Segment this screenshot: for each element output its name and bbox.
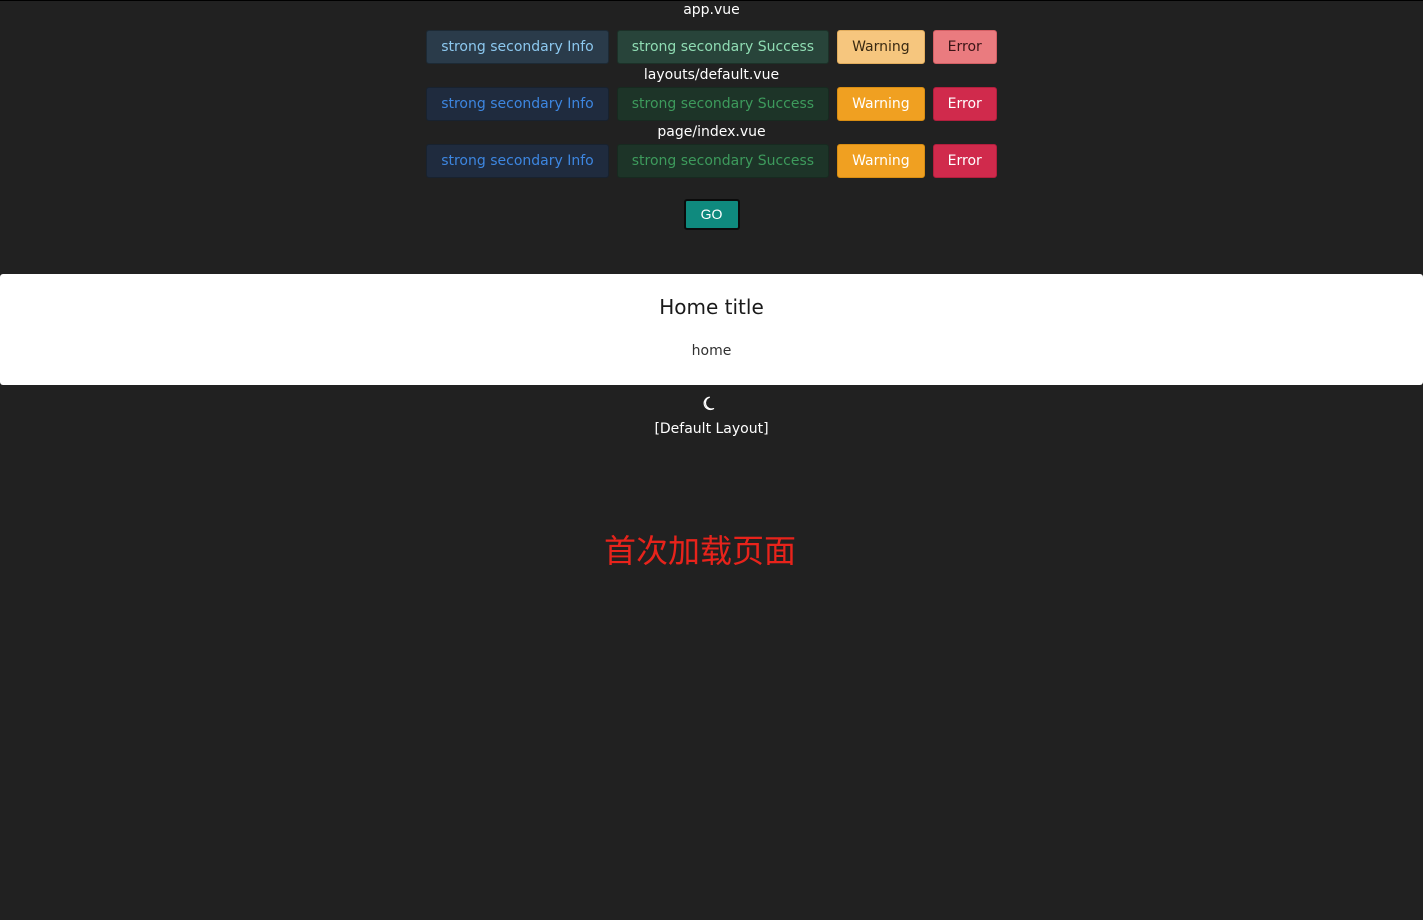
section-title-app-vue: app.vue: [683, 2, 740, 18]
layout-label: [Default Layout]: [654, 421, 769, 437]
warning-button[interactable]: Warning: [837, 144, 925, 178]
button-row-app-vue: strong secondary Info strong secondary S…: [0, 30, 1423, 64]
go-button-wrapper: GO: [0, 199, 1423, 230]
success-button[interactable]: strong secondary Success: [616, 30, 830, 64]
success-button[interactable]: strong secondary Success: [616, 144, 830, 178]
section-title-page-index: page/index.vue: [657, 124, 766, 140]
go-button[interactable]: GO: [683, 199, 740, 230]
info-button[interactable]: strong secondary Info: [426, 144, 609, 178]
button-row-layouts-default: strong secondary Info strong secondary S…: [0, 87, 1423, 121]
info-button[interactable]: strong secondary Info: [426, 87, 609, 121]
layout-default-section: layouts/default.vue strong secondary Inf…: [0, 66, 1423, 121]
card-text: home: [691, 343, 732, 359]
info-button[interactable]: strong secondary Info: [426, 30, 609, 64]
app-vue-section: app.vue strong secondary Info strong sec…: [0, 1, 1423, 64]
error-button[interactable]: Error: [932, 30, 997, 64]
error-button[interactable]: Error: [932, 87, 997, 121]
home-card: Home title home: [0, 274, 1423, 385]
button-row-page-index: strong secondary Info strong secondary S…: [0, 144, 1423, 178]
error-button[interactable]: Error: [932, 144, 997, 178]
loading-message: 首次加载页面: [603, 532, 796, 570]
success-button[interactable]: strong secondary Success: [616, 87, 830, 121]
card-title: Home title: [659, 295, 764, 319]
page-index-section: page/index.vue strong secondary Info str…: [0, 123, 1423, 178]
moon-icon-svg: [703, 396, 715, 411]
warning-button[interactable]: Warning: [837, 30, 925, 64]
warning-button[interactable]: Warning: [837, 87, 925, 121]
section-title-layouts-default: layouts/default.vue: [643, 67, 780, 83]
moon-icon[interactable]: [702, 394, 720, 412]
